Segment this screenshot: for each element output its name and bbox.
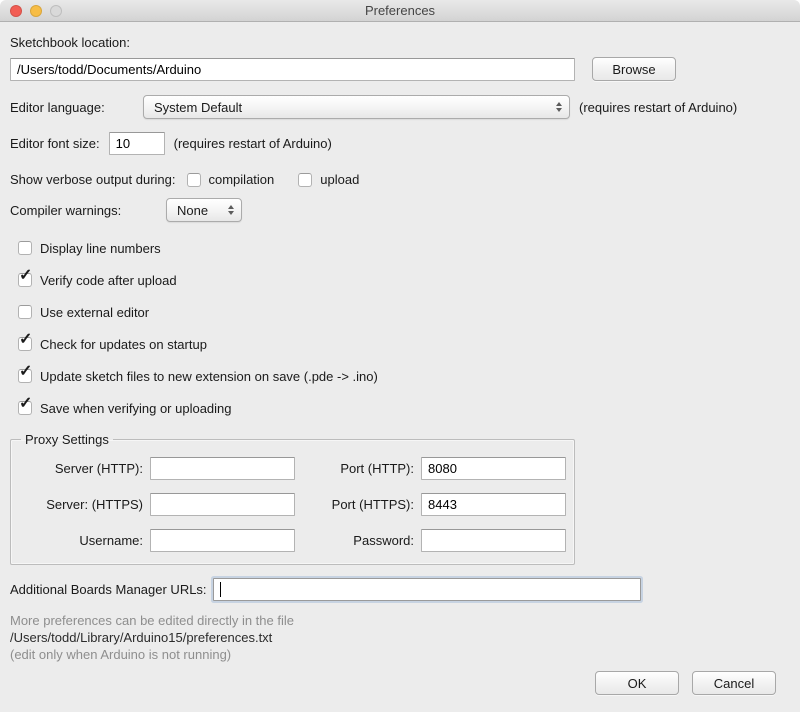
port-http-input[interactable] bbox=[421, 457, 566, 480]
sketchbook-location-input[interactable] bbox=[10, 58, 575, 81]
port-https-label: Port (HTTPS): bbox=[302, 497, 414, 512]
cancel-button[interactable]: Cancel bbox=[692, 671, 776, 695]
preferences-file-path: /Users/todd/Library/Arduino15/preference… bbox=[10, 629, 790, 646]
compilation-label: compilation bbox=[209, 172, 275, 187]
proxy-settings-legend: Proxy Settings bbox=[21, 432, 113, 447]
checkbox-save-when-verifying[interactable]: ✓ Save when verifying or uploading bbox=[18, 392, 790, 424]
checkbox[interactable]: ✓ bbox=[18, 369, 32, 383]
checkbox-check-for-updates[interactable]: ✓ Check for updates on startup bbox=[18, 328, 790, 360]
checkbox-use-external-editor[interactable]: ✓ Use external editor bbox=[18, 296, 790, 328]
compiler-warnings-select[interactable]: None bbox=[166, 198, 242, 222]
checkbox[interactable]: ✓ bbox=[18, 305, 32, 319]
editor-language-select[interactable]: System Default bbox=[143, 95, 570, 119]
checkbox-update-sketch-files[interactable]: ✓ Update sketch files to new extension o… bbox=[18, 360, 790, 392]
language-restart-note: (requires restart of Arduino) bbox=[579, 100, 737, 115]
checkbox-label: Display line numbers bbox=[40, 241, 161, 256]
checkbox[interactable]: ✓ bbox=[18, 273, 32, 287]
close-button[interactable] bbox=[10, 5, 22, 17]
password-input[interactable] bbox=[421, 529, 566, 552]
upload-label: upload bbox=[320, 172, 359, 187]
server-http-label: Server (HTTP): bbox=[15, 461, 143, 476]
editor-font-size-input[interactable] bbox=[109, 132, 165, 155]
checkbox-label: Update sketch files to new extension on … bbox=[40, 369, 378, 384]
checkbox-label: Check for updates on startup bbox=[40, 337, 207, 352]
checkbox-verify-code-after-upload[interactable]: ✓ Verify code after upload bbox=[18, 264, 790, 296]
checkmark-icon: ✓ bbox=[19, 364, 32, 380]
text-caret bbox=[220, 582, 221, 597]
port-https-input[interactable] bbox=[421, 493, 566, 516]
sketchbook-location-label: Sketchbook location: bbox=[10, 35, 790, 50]
ok-button[interactable]: OK bbox=[595, 671, 679, 695]
server-https-input[interactable] bbox=[150, 493, 295, 516]
window-title: Preferences bbox=[365, 3, 435, 18]
font-size-restart-note: (requires restart of Arduino) bbox=[174, 136, 332, 151]
checkbox[interactable]: ✓ bbox=[18, 337, 32, 351]
zoom-button bbox=[50, 5, 62, 17]
chevron-updown-icon bbox=[228, 205, 234, 215]
verbose-output-label: Show verbose output during: bbox=[10, 172, 176, 187]
port-http-label: Port (HTTP): bbox=[302, 461, 414, 476]
checkbox-display-line-numbers[interactable]: ✓ Display line numbers bbox=[18, 232, 790, 264]
username-label: Username: bbox=[15, 533, 143, 548]
password-label: Password: bbox=[302, 533, 414, 548]
checkmark-icon: ✓ bbox=[19, 268, 32, 284]
checkbox[interactable]: ✓ bbox=[18, 241, 32, 255]
compilation-checkbox[interactable]: ✓ bbox=[187, 173, 201, 187]
compiler-warnings-label: Compiler warnings: bbox=[10, 203, 166, 218]
compiler-warnings-value: None bbox=[177, 203, 208, 218]
editor-font-size-label: Editor font size: bbox=[10, 136, 100, 151]
checkbox-label: Use external editor bbox=[40, 305, 149, 320]
checkbox-label: Save when verifying or uploading bbox=[40, 401, 232, 416]
server-https-label: Server: (HTTPS) bbox=[15, 497, 143, 512]
browse-button[interactable]: Browse bbox=[592, 57, 676, 81]
checkmark-icon: ✓ bbox=[19, 332, 32, 348]
footer-note-line3: (edit only when Arduino is not running) bbox=[10, 646, 790, 663]
chevron-updown-icon bbox=[556, 102, 562, 112]
editor-language-label: Editor language: bbox=[10, 100, 143, 115]
upload-checkbox[interactable]: ✓ bbox=[298, 173, 312, 187]
server-http-input[interactable] bbox=[150, 457, 295, 480]
boards-manager-urls-input[interactable] bbox=[213, 578, 641, 601]
checkmark-icon: ✓ bbox=[19, 396, 32, 412]
boards-manager-urls-label: Additional Boards Manager URLs: bbox=[10, 582, 207, 597]
checkbox[interactable]: ✓ bbox=[18, 401, 32, 415]
proxy-settings-fieldset: Proxy Settings Server (HTTP): Port (HTTP… bbox=[10, 432, 575, 565]
editor-language-value: System Default bbox=[154, 100, 242, 115]
titlebar: Preferences bbox=[0, 0, 800, 22]
username-input[interactable] bbox=[150, 529, 295, 552]
preferences-window: Preferences Sketchbook location: Browse … bbox=[0, 0, 800, 712]
minimize-button[interactable] bbox=[30, 5, 42, 17]
checkbox-label: Verify code after upload bbox=[40, 273, 177, 288]
footer-note-line1: More preferences can be edited directly … bbox=[10, 612, 790, 629]
